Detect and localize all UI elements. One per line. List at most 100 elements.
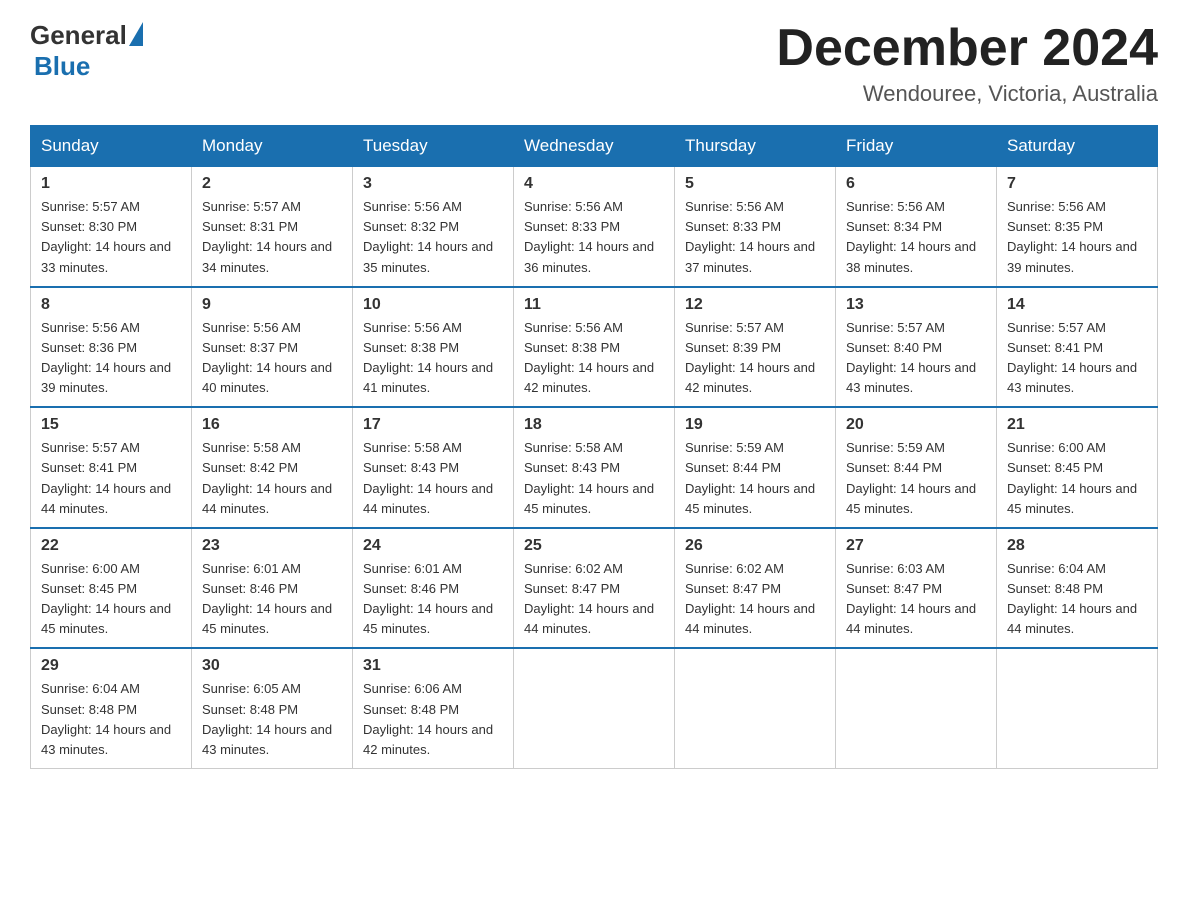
day-info: Sunrise: 5:56 AMSunset: 8:36 PMDaylight:…	[41, 318, 181, 399]
logo-general-text: General	[30, 20, 127, 51]
table-row: 28 Sunrise: 6:04 AMSunset: 8:48 PMDayligh…	[997, 528, 1158, 649]
table-row: 13 Sunrise: 5:57 AMSunset: 8:40 PMDayligh…	[836, 287, 997, 408]
day-number: 11	[524, 296, 664, 314]
day-number: 14	[1007, 296, 1147, 314]
day-number: 7	[1007, 175, 1147, 193]
header-tuesday: Tuesday	[353, 126, 514, 167]
title-area: December 2024 Wendouree, Victoria, Austr…	[776, 20, 1158, 107]
day-info: Sunrise: 6:02 AMSunset: 8:47 PMDaylight:…	[685, 559, 825, 640]
table-row: 3 Sunrise: 5:56 AMSunset: 8:32 PMDaylight…	[353, 167, 514, 287]
day-number: 29	[41, 657, 181, 675]
day-info: Sunrise: 6:04 AMSunset: 8:48 PMDaylight:…	[1007, 559, 1147, 640]
day-info: Sunrise: 5:56 AMSunset: 8:33 PMDaylight:…	[524, 197, 664, 278]
day-number: 13	[846, 296, 986, 314]
table-row: 9Sunrise: 5:56 AMSunset: 8:37 PMDaylight…	[192, 287, 353, 408]
day-info: Sunrise: 6:05 AMSunset: 8:48 PMDaylight:…	[202, 679, 342, 760]
logo-triangle-icon	[129, 22, 143, 46]
table-row: 6 Sunrise: 5:56 AMSunset: 8:34 PMDaylight…	[836, 167, 997, 287]
calendar-table: Sunday Monday Tuesday Wednesday Thursday…	[30, 125, 1158, 769]
day-info: Sunrise: 5:56 AMSunset: 8:33 PMDaylight:…	[685, 197, 825, 278]
table-row: 26 Sunrise: 6:02 AMSunset: 8:47 PMDayligh…	[675, 528, 836, 649]
day-number: 18	[524, 416, 664, 434]
day-info: Sunrise: 5:58 AMSunset: 8:43 PMDaylight:…	[524, 438, 664, 519]
table-row: 21 Sunrise: 6:00 AMSunset: 8:45 PMDayligh…	[997, 407, 1158, 528]
day-number: 12	[685, 296, 825, 314]
table-row	[997, 648, 1158, 768]
table-row: 8 Sunrise: 5:56 AMSunset: 8:36 PMDaylight…	[31, 287, 192, 408]
day-number: 22	[41, 537, 181, 555]
day-info: Sunrise: 5:59 AMSunset: 8:44 PMDaylight:…	[685, 438, 825, 519]
table-row: 4 Sunrise: 5:56 AMSunset: 8:33 PMDaylight…	[514, 167, 675, 287]
day-number: 17	[363, 416, 503, 434]
table-row: 17 Sunrise: 5:58 AMSunset: 8:43 PMDayligh…	[353, 407, 514, 528]
day-number: 28	[1007, 537, 1147, 555]
table-row: 7 Sunrise: 5:56 AMSunset: 8:35 PMDaylight…	[997, 167, 1158, 287]
day-number: 8	[41, 296, 181, 314]
day-info: Sunrise: 5:58 AMSunset: 8:43 PMDaylight:…	[363, 438, 503, 519]
day-number: 23	[202, 537, 342, 555]
day-info: Sunrise: 5:56 AMSunset: 8:32 PMDaylight:…	[363, 197, 503, 278]
day-info: Sunrise: 5:57 AMSunset: 8:40 PMDaylight:…	[846, 318, 986, 399]
day-info: Sunrise: 5:57 AMSunset: 8:30 PMDaylight:…	[41, 197, 181, 278]
day-info: Sunrise: 5:57 AMSunset: 8:31 PMDaylight:…	[202, 197, 342, 278]
day-number: 19	[685, 416, 825, 434]
day-info: Sunrise: 5:56 AMSunset: 8:38 PMDaylight:…	[524, 318, 664, 399]
month-year-title: December 2024	[776, 20, 1158, 77]
day-number: 21	[1007, 416, 1147, 434]
table-row: 11 Sunrise: 5:56 AMSunset: 8:38 PMDayligh…	[514, 287, 675, 408]
table-row: 20Sunrise: 5:59 AMSunset: 8:44 PMDayligh…	[836, 407, 997, 528]
calendar-week-5: 29 Sunrise: 6:04 AMSunset: 8:48 PMDayligh…	[31, 648, 1158, 768]
day-info: Sunrise: 5:56 AMSunset: 8:35 PMDaylight:…	[1007, 197, 1147, 278]
day-info: Sunrise: 5:56 AMSunset: 8:34 PMDaylight:…	[846, 197, 986, 278]
header-saturday: Saturday	[997, 126, 1158, 167]
table-row: 19 Sunrise: 5:59 AMSunset: 8:44 PMDayligh…	[675, 407, 836, 528]
header-monday: Monday	[192, 126, 353, 167]
table-row: 22Sunrise: 6:00 AMSunset: 8:45 PMDayligh…	[31, 528, 192, 649]
day-number: 25	[524, 537, 664, 555]
table-row: 2 Sunrise: 5:57 AMSunset: 8:31 PMDaylight…	[192, 167, 353, 287]
day-info: Sunrise: 5:58 AMSunset: 8:42 PMDaylight:…	[202, 438, 342, 519]
day-info: Sunrise: 5:57 AMSunset: 8:41 PMDaylight:…	[1007, 318, 1147, 399]
day-info: Sunrise: 6:02 AMSunset: 8:47 PMDaylight:…	[524, 559, 664, 640]
day-info: Sunrise: 5:57 AMSunset: 8:41 PMDaylight:…	[41, 438, 181, 519]
day-info: Sunrise: 6:06 AMSunset: 8:48 PMDaylight:…	[363, 679, 503, 760]
day-number: 10	[363, 296, 503, 314]
table-row: 18 Sunrise: 5:58 AMSunset: 8:43 PMDayligh…	[514, 407, 675, 528]
day-number: 6	[846, 175, 986, 193]
logo: General Blue	[30, 20, 143, 82]
day-number: 5	[685, 175, 825, 193]
day-number: 27	[846, 537, 986, 555]
day-info: Sunrise: 5:57 AMSunset: 8:39 PMDaylight:…	[685, 318, 825, 399]
table-row: 23 Sunrise: 6:01 AMSunset: 8:46 PMDayligh…	[192, 528, 353, 649]
day-info: Sunrise: 6:01 AMSunset: 8:46 PMDaylight:…	[202, 559, 342, 640]
table-row: 12 Sunrise: 5:57 AMSunset: 8:39 PMDayligh…	[675, 287, 836, 408]
table-row: 14 Sunrise: 5:57 AMSunset: 8:41 PMDayligh…	[997, 287, 1158, 408]
location-subtitle: Wendouree, Victoria, Australia	[776, 81, 1158, 107]
day-number: 1	[41, 175, 181, 193]
table-row: 5 Sunrise: 5:56 AMSunset: 8:33 PMDaylight…	[675, 167, 836, 287]
day-number: 3	[363, 175, 503, 193]
day-info: Sunrise: 6:00 AMSunset: 8:45 PMDaylight:…	[1007, 438, 1147, 519]
day-info: Sunrise: 6:04 AMSunset: 8:48 PMDaylight:…	[41, 679, 181, 760]
table-row: 10Sunrise: 5:56 AMSunset: 8:38 PMDayligh…	[353, 287, 514, 408]
day-number: 2	[202, 175, 342, 193]
header-wednesday: Wednesday	[514, 126, 675, 167]
calendar-week-3: 15 Sunrise: 5:57 AMSunset: 8:41 PMDayligh…	[31, 407, 1158, 528]
logo-blue-text: Blue	[34, 51, 90, 81]
table-row: 15 Sunrise: 5:57 AMSunset: 8:41 PMDayligh…	[31, 407, 192, 528]
table-row: 25 Sunrise: 6:02 AMSunset: 8:47 PMDayligh…	[514, 528, 675, 649]
day-number: 4	[524, 175, 664, 193]
table-row: 30Sunrise: 6:05 AMSunset: 8:48 PMDayligh…	[192, 648, 353, 768]
header-sunday: Sunday	[31, 126, 192, 167]
table-row	[836, 648, 997, 768]
table-row: 27Sunrise: 6:03 AMSunset: 8:47 PMDayligh…	[836, 528, 997, 649]
day-number: 15	[41, 416, 181, 434]
day-number: 24	[363, 537, 503, 555]
day-info: Sunrise: 6:01 AMSunset: 8:46 PMDaylight:…	[363, 559, 503, 640]
calendar-header-row: Sunday Monday Tuesday Wednesday Thursday…	[31, 126, 1158, 167]
day-number: 16	[202, 416, 342, 434]
table-row: 24 Sunrise: 6:01 AMSunset: 8:46 PMDayligh…	[353, 528, 514, 649]
day-number: 26	[685, 537, 825, 555]
day-number: 31	[363, 657, 503, 675]
header-friday: Friday	[836, 126, 997, 167]
